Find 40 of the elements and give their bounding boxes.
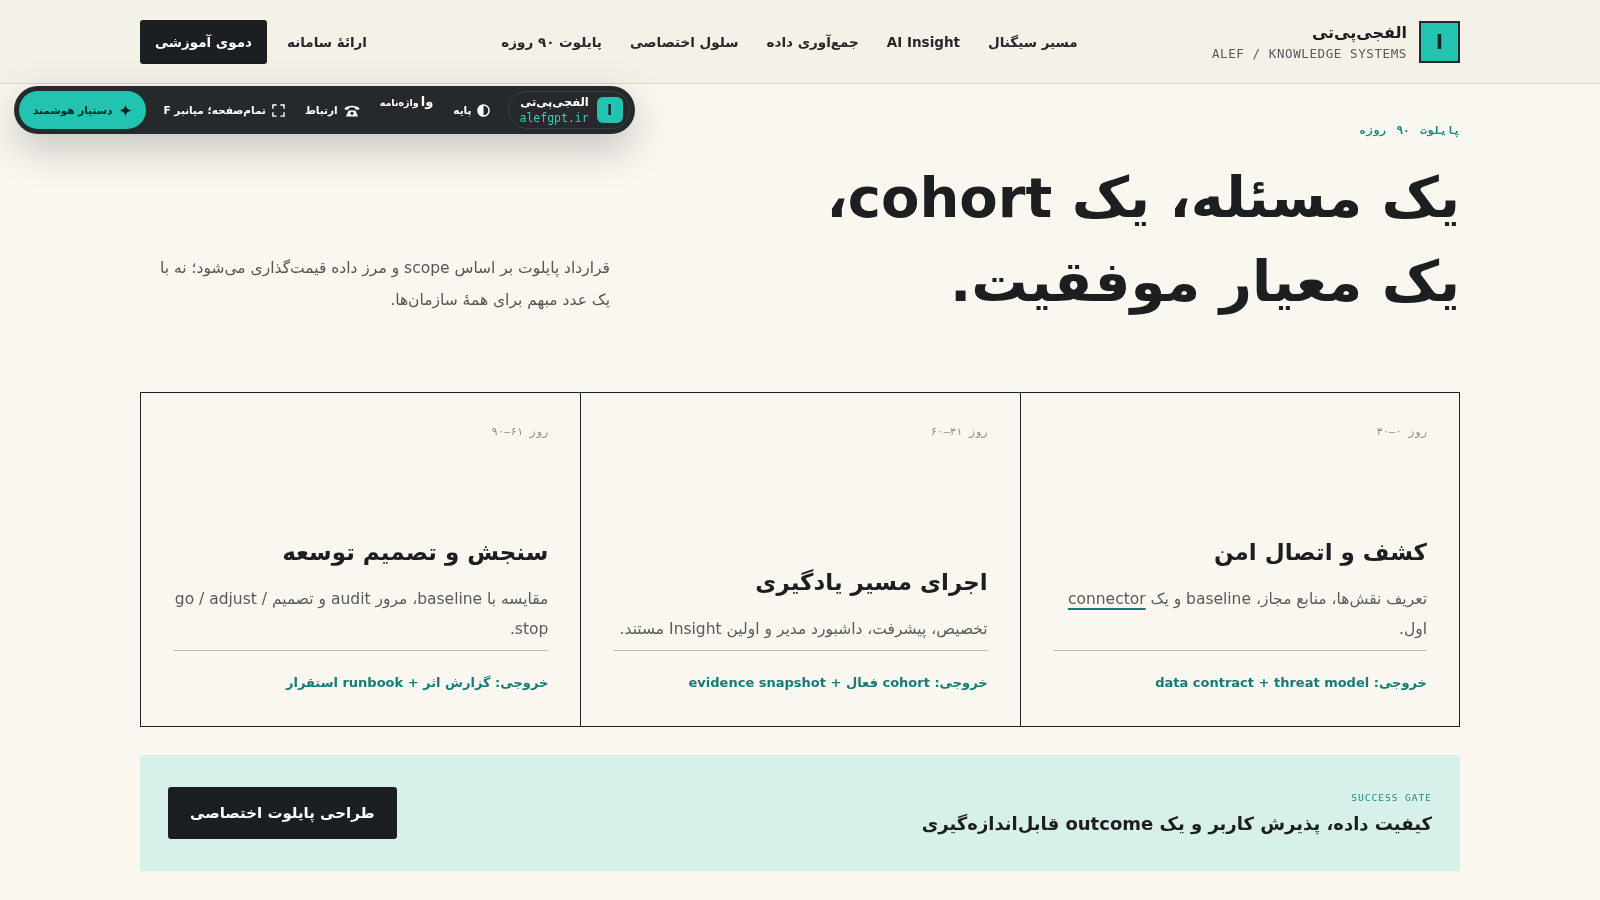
gate-title: کیفیت داده، پذیرش کاربر و یک outcome قابل‌اندازه‌گیری <box>921 813 1432 834</box>
eyebrow-text: SUCCESS GATE <box>1351 792 1432 803</box>
fullscreen-button[interactable]: تمام‌صفحه؛ میانبر F <box>161 95 287 125</box>
nav-link[interactable]: AI Insight <box>886 33 960 50</box>
phone-icon <box>343 103 360 117</box>
lead-paragraph: قرارداد پایلوت بر اساس scope و مرز داده قیمت‌گذاری می‌شود؛ نه با یک عدد مبهم برای همهٔ سازمان‌ها. <box>159 258 610 312</box>
day-range: روز ۰–۳۰ <box>1376 425 1427 437</box>
nav-link[interactable]: سلول اختصاصی <box>629 33 739 50</box>
brand-name: الفجی‌پی‌تی <box>1311 22 1407 42</box>
hero-headline: یک مسئله، یک cohort، یک معیار موفقیت. <box>826 164 1460 317</box>
domain-text: alefgpt.ir <box>519 110 589 126</box>
sparkle-icon <box>118 103 132 117</box>
phase-description: تخصیص، پیشرفت، داشبورد مدیر و اولین Insight مستند. <box>618 619 988 641</box>
phase-title: اجرای مسیر یادگیری <box>754 568 988 598</box>
brand-tagline: ALEF / KNOWLEDGE SYSTEMS <box>1212 45 1407 61</box>
text-link[interactable]: connector <box>1067 590 1146 608</box>
design-pilot-button[interactable]: طراحی پایلوت اختصاصی <box>168 787 397 839</box>
demo-button[interactable]: دموی آموزشی <box>140 19 267 64</box>
nav-link[interactable]: مسیر سیگنال <box>988 33 1078 50</box>
brand-logo: ا <box>1419 20 1460 63</box>
phase-title: کشف و اتصال امن <box>1212 538 1427 568</box>
phase-output: خروجی: data contract + threat model <box>1155 675 1427 690</box>
eyebrow-text: پایلوت ۹۰ روزه <box>1359 124 1460 138</box>
assistant-button[interactable]: دستیار هوشمند <box>19 91 146 129</box>
nav-link[interactable]: پایلوت ۹۰ روزه <box>501 33 602 50</box>
nav-link[interactable]: جمع‌آوری داده <box>766 33 859 50</box>
phase-description: مقایسه با baseline، مرور audit و تصمیم go / adjust / stop. <box>173 589 549 640</box>
brand-name: الفجی‌پی‌تی <box>520 94 589 110</box>
phase-output: خروجی: گزارش اثر + runbook استقرار <box>285 675 549 690</box>
contact-button[interactable]: ارتباط <box>302 95 362 125</box>
glossary-button[interactable]: وا واژه‌نامه <box>377 93 436 119</box>
theme-button[interactable]: پایه <box>451 95 493 125</box>
nav-link[interactable]: ارائهٔ سامانه <box>287 33 367 50</box>
fullscreen-icon <box>271 103 285 117</box>
brand-logo: ا <box>596 97 623 123</box>
day-range: روز ۳۱–۶۰ <box>930 425 988 437</box>
phase-output: خروجی: cohort فعال + evidence snapshot <box>688 675 988 690</box>
phase-title: سنجش و تصمیم توسعه <box>281 538 549 568</box>
contrast-icon <box>477 103 491 117</box>
day-range: روز ۶۱–۹۰ <box>491 425 549 437</box>
